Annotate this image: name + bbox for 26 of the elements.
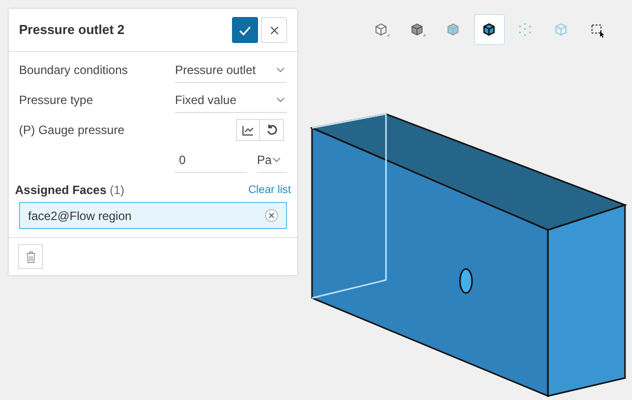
chevron-icon <box>276 96 285 102</box>
confirm-button[interactable] <box>232 17 258 43</box>
edged-cube-icon[interactable] <box>474 14 505 45</box>
remove-button[interactable] <box>265 209 278 222</box>
unit-dropdown[interactable]: Pa <box>257 147 287 173</box>
assigned-face-item[interactable]: face2@Flow region <box>19 202 287 229</box>
close-icon <box>270 26 278 36</box>
close-button[interactable] <box>261 17 287 43</box>
chevron-icon <box>276 66 285 72</box>
dropdown-field[interactable]: Pressure outlet <box>175 57 287 83</box>
field-label: Pressure type <box>19 92 94 109</box>
clear-list-link[interactable]: Clear list <box>248 182 291 198</box>
dropdown-field[interactable]: Fixed value <box>175 87 287 113</box>
section-label: Assigned Faces (1) <box>15 182 124 199</box>
check-icon <box>239 26 251 36</box>
panel-title: Pressure outlet 2 <box>19 21 126 40</box>
trash-icon <box>26 250 36 262</box>
delete-button[interactable] <box>18 244 43 269</box>
chart-button[interactable] <box>236 119 260 141</box>
field-label: (P) Gauge pressure <box>19 122 126 139</box>
close-icon <box>269 213 274 218</box>
chart-icon <box>242 124 254 136</box>
reset-button[interactable] <box>260 119 284 141</box>
undo-icon <box>266 124 278 136</box>
chevron-icon <box>272 156 281 162</box>
field-label: Boundary conditions <box>19 62 129 79</box>
